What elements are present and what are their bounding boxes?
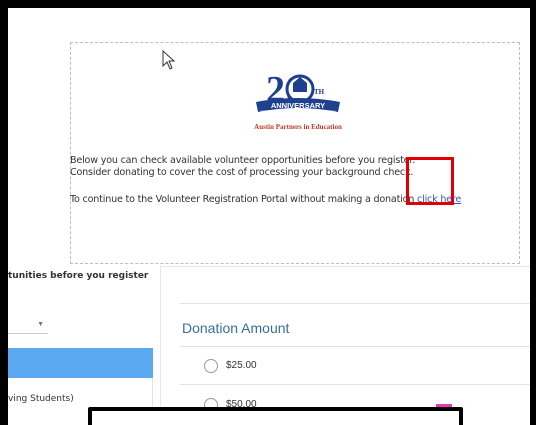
mouse-cursor-icon bbox=[162, 50, 176, 70]
anniversary-logo-graphic: 20 TH ANNIVERSARY 2004 2024 bbox=[256, 69, 340, 114]
screen-border-left bbox=[0, 0, 8, 425]
donation-option-25-label: $25.00 bbox=[226, 360, 257, 371]
page-frame: 20 TH ANNIVERSARY 2004 2024 Austin Partn… bbox=[8, 8, 530, 425]
opportunity-select[interactable]: ▼ bbox=[8, 316, 48, 334]
divider bbox=[180, 303, 530, 304]
intro-text-line2: Consider donating to cover the cost of p… bbox=[70, 167, 414, 178]
divider bbox=[180, 384, 530, 385]
logo-banner: ANNIVERSARY bbox=[271, 101, 325, 110]
logo-year-right: 2024 bbox=[328, 110, 336, 114]
opportunities-heading: tunities before you register bbox=[8, 271, 149, 281]
continue-text: To continue to the Volunteer Registratio… bbox=[70, 194, 418, 205]
screen-border-right bbox=[530, 0, 536, 425]
intro-text-line1: Below you can check available volunteer … bbox=[70, 155, 416, 166]
chevron-down-icon: ▼ bbox=[37, 321, 44, 328]
donation-radio-25[interactable] bbox=[204, 359, 218, 373]
logo-suffix: TH bbox=[314, 88, 325, 96]
screen-border-top bbox=[0, 0, 536, 8]
intro-text-line3: To continue to the Volunteer Registratio… bbox=[70, 194, 461, 205]
list-item[interactable]: ving Students) bbox=[8, 394, 74, 404]
logo-year-left: 2004 bbox=[260, 110, 268, 114]
anniversary-logo: 20 TH ANNIVERSARY 2004 2024 Austin Partn… bbox=[238, 68, 358, 138]
divider bbox=[180, 346, 530, 347]
logo-org-name: Austin Partners in Education bbox=[254, 123, 342, 131]
highlight-box bbox=[406, 157, 454, 205]
overlay-popup bbox=[88, 407, 463, 425]
selected-list-item[interactable] bbox=[8, 348, 153, 378]
donation-amount-title: Donation Amount bbox=[182, 320, 290, 336]
